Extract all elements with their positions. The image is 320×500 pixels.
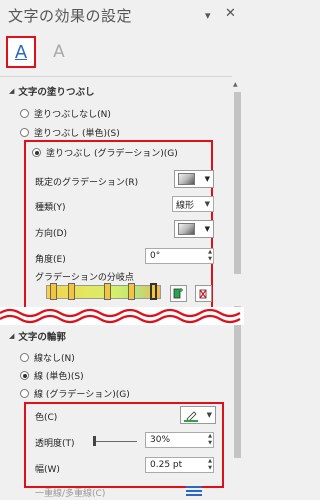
tab-text-effects[interactable]: A — [44, 36, 74, 68]
section-break-wave — [0, 307, 244, 325]
pen-color-icon — [184, 410, 198, 422]
transparency-value: 30% — [150, 435, 171, 445]
radio-solid-fill[interactable]: 塗りつぶし (単色)(S) — [20, 126, 120, 139]
direction-swatch-icon — [178, 223, 195, 235]
remove-gradient-stop-icon — [199, 289, 207, 299]
gradient-type-select[interactable]: 線形 ▼ — [172, 196, 214, 212]
gradient-stops-label: グラデーションの分岐点 — [35, 273, 134, 283]
radio-gradient-line[interactable]: 線 (グラデーション)(G) — [20, 387, 130, 400]
chevron-down-icon: ▼ — [206, 411, 212, 419]
radio-icon — [20, 353, 29, 362]
gradient-stop[interactable] — [68, 283, 75, 300]
gradient-angle-label: 角度(E) — [35, 255, 66, 265]
radio-icon — [20, 389, 29, 398]
chevron-down-icon: ▼ — [204, 175, 210, 183]
compound-type-label: 一重線/多重線(C) — [35, 489, 106, 499]
pane-options-dropdown[interactable]: ▾ — [205, 9, 211, 22]
section-text-fill[interactable]: ◢ 文字の塗りつぶし — [9, 84, 95, 98]
section-text-outline[interactable]: ◢ 文字の輪郭 — [9, 329, 66, 343]
radio-gradient-fill[interactable]: 塗りつぶし (グラデーション)(G) — [32, 146, 178, 159]
radio-icon — [20, 128, 29, 137]
gradient-angle-input[interactable]: 0° ▲ ▼ — [145, 248, 214, 264]
gradient-stop[interactable] — [128, 283, 135, 300]
remove-gradient-stop-button[interactable] — [195, 285, 212, 302]
compound-type-icon[interactable] — [186, 486, 202, 498]
line-color-button[interactable]: ▼ — [180, 406, 216, 424]
collapse-triangle-icon: ◢ — [9, 332, 15, 340]
pane-title: 文字の効果の設定 — [8, 7, 133, 25]
section-text-outline-label: 文字の輪郭 — [18, 332, 66, 343]
tab-divider — [0, 76, 232, 77]
close-pane-button[interactable]: ✕ — [225, 6, 236, 21]
line-width-input[interactable]: 0.25 pt ▲ ▼ — [145, 457, 214, 473]
add-gradient-stop-icon — [173, 288, 183, 299]
radio-no-line[interactable]: 線なし(N) — [20, 351, 75, 364]
transparency-slider-thumb[interactable] — [93, 436, 97, 446]
gradient-stop[interactable] — [50, 283, 57, 300]
spinner-icon[interactable]: ▲ ▼ — [208, 458, 212, 472]
gradient-stop-selected[interactable] — [150, 283, 157, 300]
text-effects-icon: A — [53, 42, 65, 62]
radio-label: 塗りつぶし (グラデーション)(G) — [46, 149, 178, 159]
radio-label: 塗りつぶし (単色)(S) — [34, 129, 120, 139]
gradient-stop[interactable] — [104, 283, 111, 300]
transparency-input[interactable]: 30% ▲ ▼ — [145, 432, 214, 448]
gradient-type-value: 線形 — [176, 200, 195, 211]
chevron-down-icon: ▼ — [204, 225, 210, 233]
radio-solid-line[interactable]: 線 (単色)(S) — [20, 369, 84, 382]
preset-gradient-button[interactable]: ▼ — [174, 170, 214, 188]
transparency-slider-track[interactable] — [94, 441, 137, 442]
gradient-direction-label: 方向(D) — [35, 229, 67, 239]
transparency-label: 透明度(T) — [35, 439, 75, 449]
line-width-label: 幅(W) — [35, 465, 60, 475]
line-color-label: 色(C) — [35, 413, 58, 423]
radio-label: 塗りつぶしなし(N) — [34, 110, 111, 120]
gradient-type-label: 種類(Y) — [35, 203, 66, 213]
preset-gradient-label: 既定のグラデーション(R) — [35, 178, 139, 188]
gradient-swatch-icon — [178, 173, 195, 185]
add-gradient-stop-button[interactable] — [170, 285, 187, 302]
radio-label: 線 (グラデーション)(G) — [34, 390, 130, 400]
gradient-direction-button[interactable]: ▼ — [174, 220, 214, 238]
tab-text-fill-outline[interactable]: A — [6, 36, 36, 68]
radio-selected-icon — [20, 371, 29, 380]
radio-selected-icon — [32, 148, 41, 157]
spinner-icon[interactable]: ▲ ▼ — [208, 433, 212, 447]
collapse-triangle-icon: ◢ — [9, 87, 15, 95]
radio-no-fill[interactable]: 塗りつぶしなし(N) — [20, 107, 111, 120]
radio-icon — [20, 109, 29, 118]
scroll-thumb[interactable] — [234, 92, 241, 274]
text-fill-outline-icon: A — [14, 41, 28, 63]
chevron-down-icon: ▼ — [204, 200, 210, 208]
gradient-angle-value: 0° — [150, 251, 161, 261]
scroll-thumb-lower[interactable] — [234, 306, 241, 458]
radio-label: 線なし(N) — [34, 354, 75, 364]
line-width-value: 0.25 pt — [150, 460, 183, 470]
format-text-effects-pane: 文字の効果の設定 ▾ ✕ A A ▲ ◢ 文字の塗りつぶし 塗りつぶしなし(N)… — [0, 0, 244, 500]
scroll-up-icon[interactable]: ▲ — [233, 81, 238, 88]
section-text-fill-label: 文字の塗りつぶし — [18, 87, 95, 98]
radio-label: 線 (単色)(S) — [34, 372, 84, 382]
spinner-icon[interactable]: ▲ ▼ — [208, 249, 212, 263]
